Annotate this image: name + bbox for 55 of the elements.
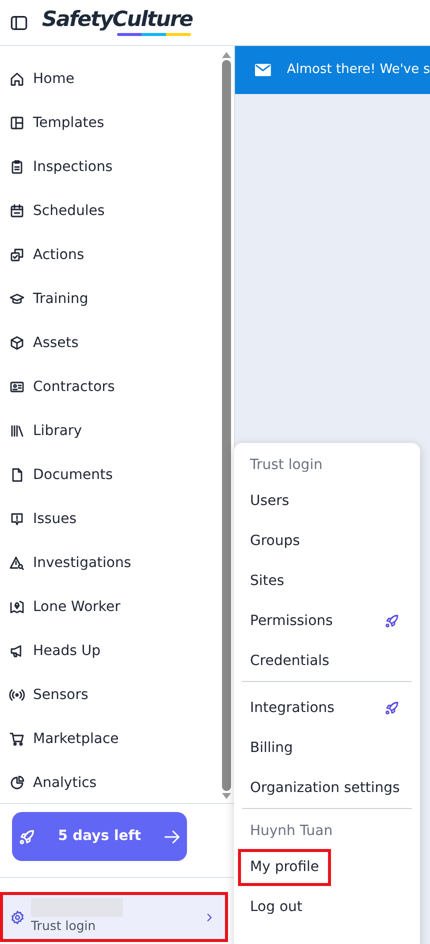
nav-item[interactable]: Marketplace [0,717,220,761]
menu-item[interactable]: Sites [234,561,420,601]
menu-item[interactable]: Credentials [234,641,420,681]
nav-item[interactable]: Inspections [0,145,220,189]
menu-heading: Trust login [249,456,324,474]
nav-item[interactable]: Actions [0,233,220,277]
nav-item[interactable]: Assets [0,321,220,365]
menu-item[interactable]: Billing [242,728,412,768]
books-icon [9,423,25,439]
nav-item[interactable]: Heads Up [0,629,220,673]
menu-item[interactable]: Integrations [242,688,412,728]
layout-icon [9,115,25,131]
cube-icon [9,335,25,351]
menu-item[interactable]: Permissions [234,601,420,641]
nav-item[interactable]: Home [0,57,220,101]
cart-icon [9,731,25,747]
arrow-right-icon [163,828,182,846]
checkbox-stack-icon [9,247,25,263]
menu-item[interactable]: Groups [234,521,420,561]
scroll-up-icon[interactable] [222,52,230,58]
sidebar-toggle-icon[interactable] [10,14,28,32]
settings-icon [10,910,25,924]
scrollbar-thumb[interactable] [222,60,230,791]
nav-item[interactable]: Schedules [0,189,220,233]
graduation-cap-icon [9,291,25,307]
nav-item[interactable]: Library [0,409,220,453]
nav-item[interactable]: Lone Worker [0,585,220,629]
trial-button[interactable]: 5 days left [12,812,188,861]
pie-chart-icon [9,775,25,791]
alert-bubble-icon [9,511,25,527]
clipboard-icon [9,159,25,175]
account-button[interactable]: Trust login [0,892,228,942]
nav-item[interactable]: Issues [0,497,220,541]
rocket-icon [18,828,36,846]
logo: SafetyCulture [42,9,193,36]
calendar-icon [9,203,25,219]
warning-search-icon [9,555,25,571]
signal-icon [9,687,25,703]
menu-item[interactable]: Organization settings [242,768,412,808]
envelope-icon [255,63,271,77]
scroll-down-icon[interactable] [222,793,230,799]
menu-item[interactable]: Log out [242,887,412,927]
map-pin-icon [9,599,25,615]
nav-item[interactable]: Sensors [0,673,220,717]
notice-banner: Almost there! We've s [235,46,430,94]
nav-item[interactable]: Templates [0,101,220,145]
nav-item[interactable]: Documents [0,453,220,497]
nav-item[interactable]: Investigations [0,541,220,585]
nav-item[interactable]: Training [0,277,220,321]
id-card-icon [9,379,25,395]
menu-item[interactable]: Users [234,481,420,521]
nav-item[interactable]: Analytics [0,761,220,803]
nav-item[interactable]: Contractors [0,365,220,409]
menu-heading: Huynh Tuan [249,822,334,840]
home-icon [9,71,25,87]
